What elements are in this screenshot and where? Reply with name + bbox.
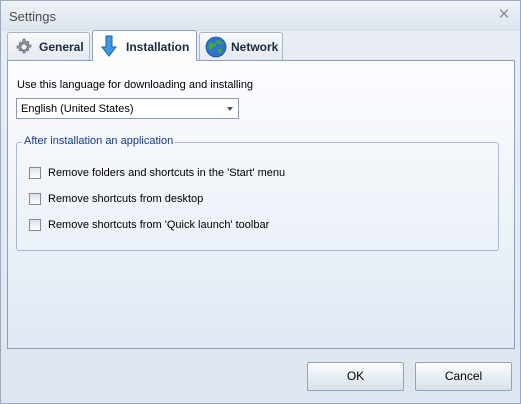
language-label: Use this language for downloading and in…	[17, 79, 254, 91]
checkbox[interactable]	[29, 193, 41, 205]
title-bar[interactable]: Settings ✕	[1, 1, 520, 31]
gear-icon	[13, 36, 35, 58]
checkbox[interactable]	[29, 167, 41, 179]
tab-network[interactable]: Network	[199, 32, 283, 60]
cancel-button[interactable]: Cancel	[415, 362, 512, 391]
tab-network-label: Network	[231, 40, 279, 54]
tab-general[interactable]: General	[7, 32, 90, 60]
option-label[interactable]: Remove shortcuts from 'Quick launch' too…	[48, 219, 269, 231]
tab-installation-label: Installation	[126, 40, 190, 54]
checkbox[interactable]	[29, 219, 41, 231]
close-icon[interactable]: ✕	[496, 7, 512, 23]
tab-general-label: General	[39, 40, 84, 54]
installation-panel: Use this language for downloading and in…	[7, 60, 515, 349]
window-title: Settings	[9, 9, 56, 24]
after-install-group: After installation an application Remove…	[16, 135, 499, 251]
language-select-value: English (United States)	[21, 103, 134, 115]
option-label[interactable]: Remove shortcuts from desktop	[48, 193, 203, 205]
globe-icon	[205, 36, 227, 58]
chevron-down-icon[interactable]	[227, 107, 233, 111]
tab-installation[interactable]: Installation	[92, 30, 197, 61]
language-select[interactable]: English (United States)	[16, 98, 239, 119]
option-label[interactable]: Remove folders and shortcuts in the 'Sta…	[48, 167, 285, 179]
settings-window: Settings ✕ General Installation Network …	[0, 0, 521, 404]
group-title: After installation an application	[22, 135, 176, 147]
download-arrow-icon	[98, 35, 120, 57]
ok-button[interactable]: OK	[307, 362, 404, 391]
